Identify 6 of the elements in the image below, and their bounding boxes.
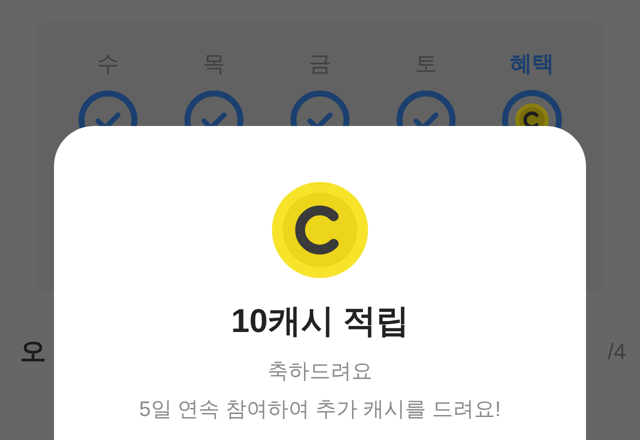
section-title: 오 xyxy=(20,335,46,368)
congrats-text: 축하드려요 xyxy=(268,359,372,385)
day-label: 혜택 xyxy=(510,50,554,78)
coin-icon xyxy=(271,181,369,279)
dialog-message: 5일 연속 참여하여 추가 캐시를 드려요! xyxy=(139,397,501,423)
dialog-title: 10캐시 적립 xyxy=(231,301,409,341)
